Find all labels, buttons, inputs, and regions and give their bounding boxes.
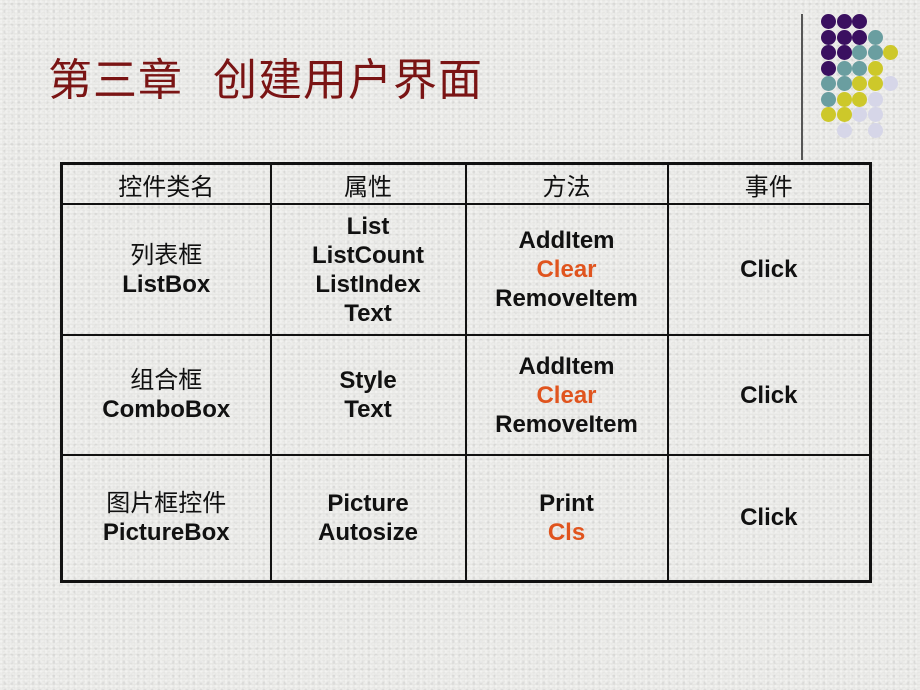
header-control-name: 控件类名: [60, 162, 272, 205]
decorative-dot: [836, 91, 852, 107]
event-item: Click: [740, 256, 798, 283]
table-header-row: 控件类名 属性 方法 事件: [60, 162, 872, 205]
method-item: Clear: [536, 381, 597, 409]
decorative-dot: [836, 107, 852, 122]
cell-methods: Print Cls: [464, 454, 669, 582]
decorative-dot: [867, 122, 883, 138]
control-name-en: ComboBox: [102, 396, 231, 423]
decorative-dot: [852, 60, 867, 76]
cell-control-name: 图片框控件 PictureBox: [60, 454, 272, 582]
decorative-dot: [867, 29, 883, 45]
decorative-dot: [852, 107, 867, 122]
decorative-dot: [867, 76, 883, 91]
event-item: Click: [740, 504, 798, 532]
method-item: Print: [539, 489, 594, 517]
decorative-dot: [867, 45, 883, 60]
property-item: Text: [344, 396, 392, 423]
property-item: Text: [344, 299, 392, 327]
method-item: RemoveItem: [495, 285, 638, 312]
decorative-dot: [836, 76, 852, 91]
method-item: AddItem: [518, 227, 615, 254]
cell-methods: AddItem Clear RemoveItem: [464, 334, 669, 456]
property-item: Picture: [327, 489, 409, 517]
header-properties: 属性: [269, 162, 467, 205]
property-item: ListCount: [312, 241, 424, 269]
control-name-en: ListBox: [122, 270, 211, 298]
slide-title: 第三章 创建用户界面: [48, 55, 483, 106]
decorative-dot: [852, 76, 867, 91]
control-name-cn: 列表框: [130, 240, 203, 269]
decorative-divider-line: [801, 14, 803, 160]
table-row: 图片框控件 PictureBox Picture Autosize Print Cls Cl…: [60, 454, 872, 582]
decorative-dot: [821, 107, 836, 122]
method-item: RemoveItem: [495, 410, 638, 438]
property-item: Autosize: [317, 518, 418, 546]
cell-control-name: 组合框 ComboBox: [60, 334, 272, 456]
header-methods: 方法: [464, 162, 669, 205]
method-item: Cls: [547, 518, 586, 546]
property-item: List: [346, 212, 390, 240]
control-name-cn: 图片框控件: [106, 488, 227, 517]
method-item: AddItem: [518, 352, 615, 380]
property-item: ListIndex: [315, 270, 421, 298]
decorative-dot: [821, 45, 836, 60]
event-item: Click: [740, 381, 798, 409]
cell-properties: Style Text: [269, 334, 467, 456]
decorative-dot: [836, 14, 852, 29]
cell-methods: AddItem Clear RemoveItem: [464, 203, 669, 336]
decorative-dot: [836, 122, 852, 138]
cell-properties: List ListCount ListIndex Text: [269, 203, 467, 336]
method-item: Clear: [536, 256, 597, 283]
decorative-dot: [867, 91, 883, 107]
decorative-dot: [867, 107, 883, 122]
decorative-dot: [883, 45, 898, 60]
table-row: 列表框 ListBox List ListCount ListIndex Text AddI…: [60, 203, 872, 336]
cell-control-name: 列表框 ListBox: [60, 203, 272, 336]
cell-properties: Picture Autosize: [269, 454, 467, 582]
cell-events: Click: [666, 454, 872, 582]
decorative-dot: [836, 29, 852, 45]
decorative-dot: [836, 45, 852, 60]
decorative-dot: [836, 60, 852, 76]
decorative-dot: [821, 29, 836, 45]
decorative-dot: [821, 76, 836, 91]
decorative-dot: [852, 91, 867, 107]
decorative-dot: [852, 29, 867, 45]
decorative-dot: [852, 14, 867, 29]
controls-table: 控件类名 属性 方法 事件 列表框 ListBox List ListCount Lis…: [60, 162, 872, 583]
control-name-en: PictureBox: [102, 518, 230, 546]
decorative-dot: [821, 14, 836, 29]
decorative-dot: [867, 60, 883, 76]
header-events: 事件: [666, 162, 872, 205]
table-row: 组合框 ComboBox Style Text AddItem Clear RemoveIt…: [60, 334, 872, 456]
cell-events: Click: [666, 203, 872, 336]
property-item: Style: [339, 367, 397, 394]
decorative-dot: [821, 60, 836, 76]
control-name-cn: 组合框: [130, 366, 203, 394]
decorative-dot: [883, 76, 898, 91]
cell-events: Click: [666, 334, 872, 456]
decorative-dot: [821, 91, 836, 107]
decorative-dot: [852, 45, 867, 60]
